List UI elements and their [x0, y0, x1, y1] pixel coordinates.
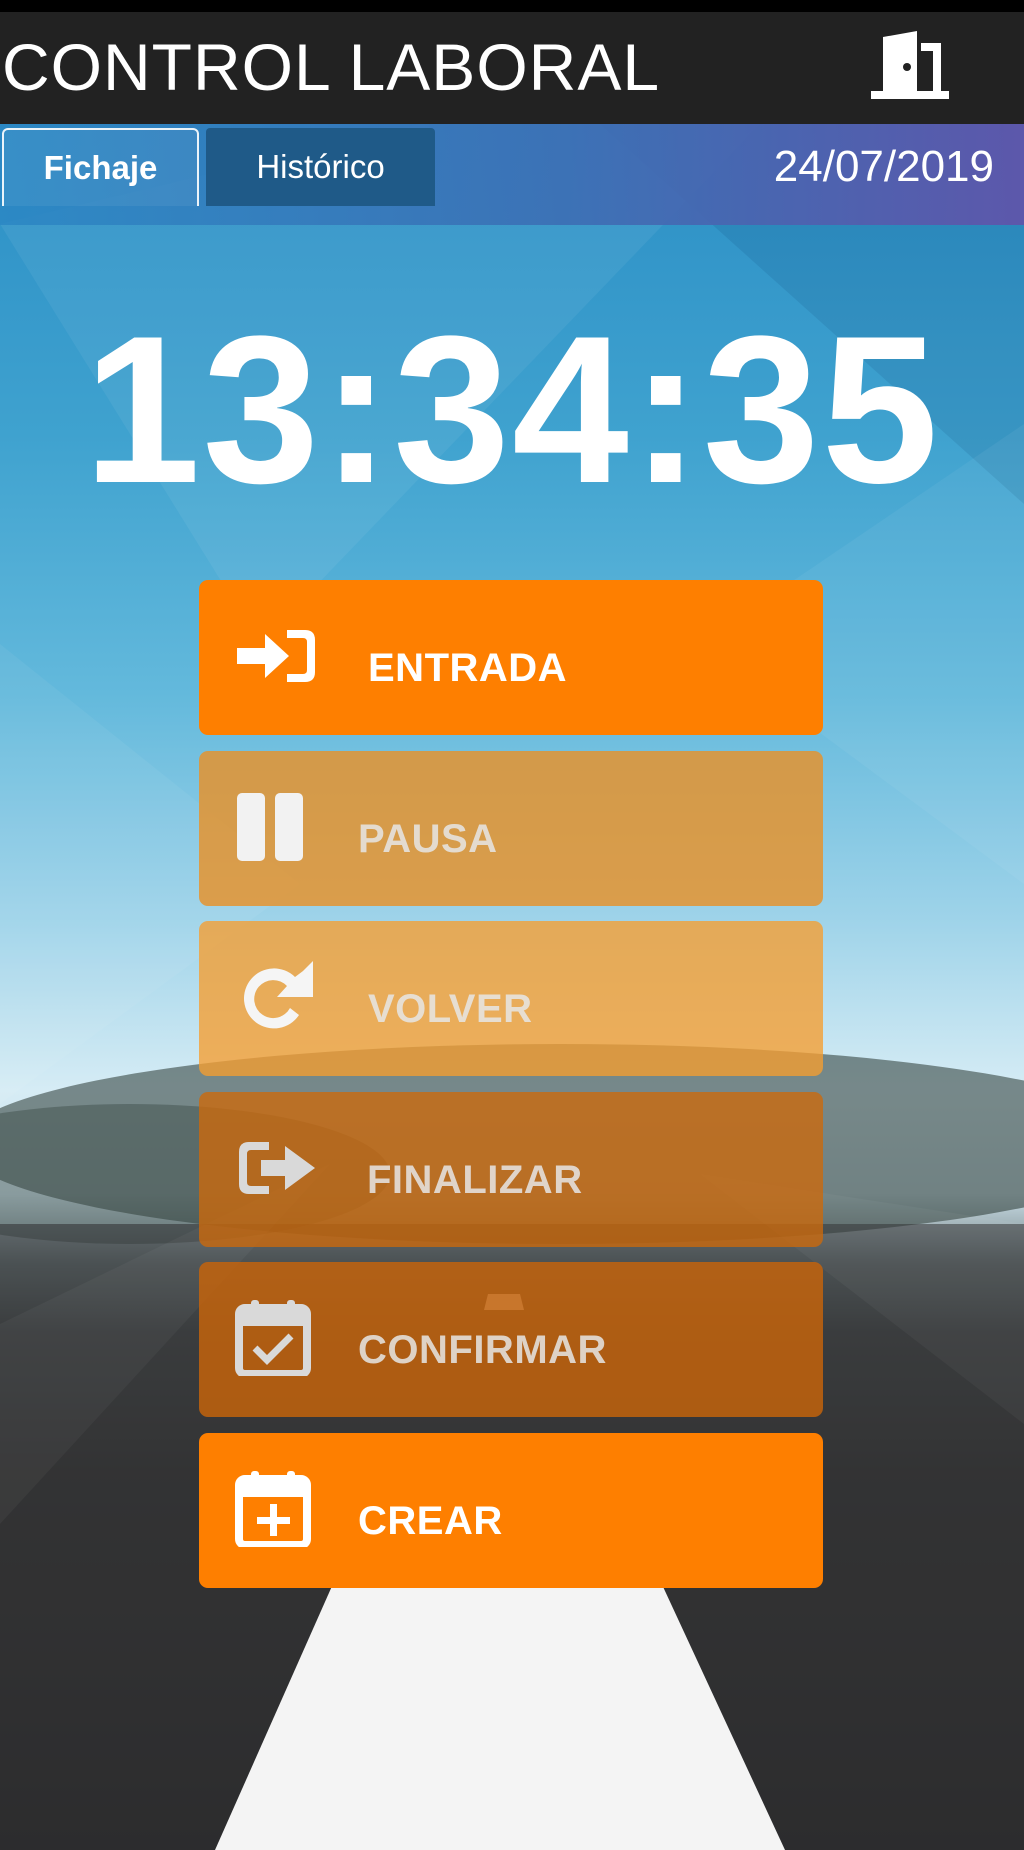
current-date: 24/07/2019: [773, 142, 994, 191]
volver-button[interactable]: VOLVER: [199, 921, 823, 1076]
confirmar-label: CONFIRMAR: [358, 1328, 607, 1372]
confirmar-button[interactable]: CONFIRMAR: [199, 1262, 823, 1417]
calendar-plus-icon: [235, 1471, 311, 1547]
crear-label: CREAR: [358, 1499, 503, 1543]
app-title: CONTROL LABORAL: [2, 30, 661, 104]
app-bar: CONTROL LABORAL: [0, 12, 1024, 124]
redo-icon: [243, 961, 313, 1029]
sign-out-icon: [239, 1142, 315, 1194]
tab-fichaje[interactable]: Fichaje: [2, 128, 199, 206]
calendar-check-icon: [235, 1300, 311, 1376]
clock-display: 13:34:35: [83, 292, 941, 527]
sign-in-icon: [237, 630, 315, 682]
volver-label: VOLVER: [368, 987, 533, 1031]
tab-bar: Fichaje Histórico 24/07/2019: [0, 124, 1024, 225]
status-bar: [0, 0, 1024, 12]
pausa-label: PAUSA: [358, 817, 498, 861]
logout-button[interactable]: [860, 24, 960, 110]
pause-icon: [237, 793, 303, 861]
crear-button[interactable]: CREAR: [199, 1433, 823, 1588]
entrada-button[interactable]: ENTRADA: [199, 580, 823, 735]
finalizar-label: FINALIZAR: [367, 1158, 583, 1202]
door-exit-icon: [871, 31, 949, 99]
pausa-button[interactable]: PAUSA: [199, 751, 823, 906]
tab-historico[interactable]: Histórico: [206, 128, 435, 206]
entrada-label: ENTRADA: [368, 646, 568, 690]
finalizar-button[interactable]: FINALIZAR: [199, 1092, 823, 1247]
